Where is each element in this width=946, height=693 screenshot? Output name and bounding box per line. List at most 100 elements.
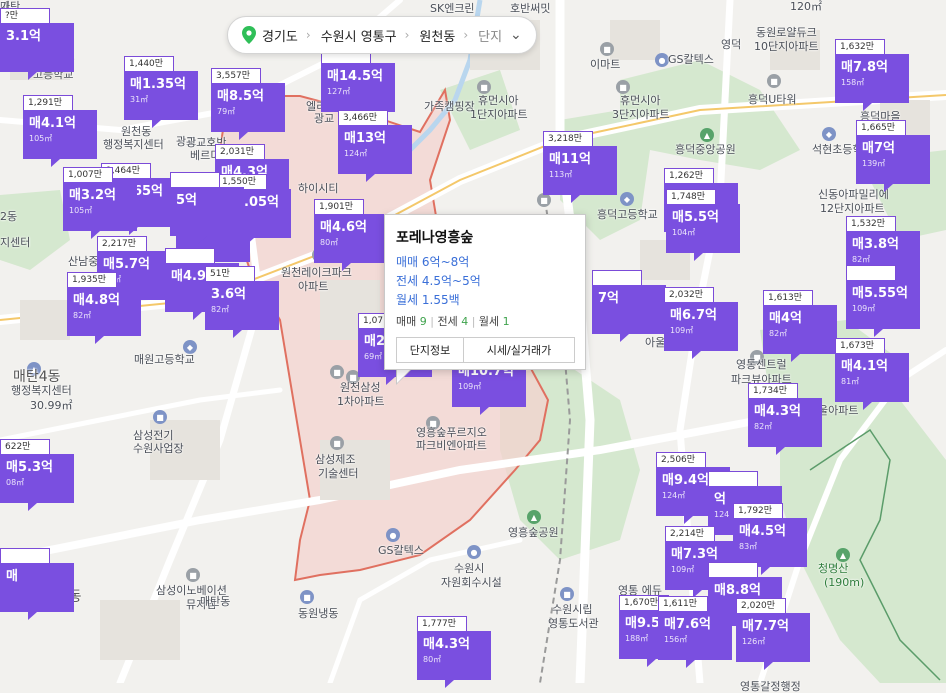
price-marker[interactable]: 매5.55억 109㎡ (846, 265, 920, 337)
price-marker-body: 매1.35억 31㎡ (124, 71, 198, 120)
marker-area: 156㎡ (664, 635, 688, 644)
price-per-area-tag: 3,218만 (543, 131, 593, 146)
price-marker[interactable]: 1,440만 매1.35억 31㎡ (124, 56, 198, 128)
marker-price: 3.6억 (211, 287, 246, 302)
map-label: SK엔크린 (430, 2, 475, 15)
price-per-area-tag (708, 471, 758, 486)
map-label: 삼성제조 (315, 453, 356, 466)
map-label: 영통갈정행정 (740, 680, 801, 693)
price-per-area-tag: 2,217만 (97, 236, 147, 251)
marker-pointer (884, 184, 893, 192)
fuel-icon: ● (386, 528, 400, 542)
location-breadcrumb-bar[interactable]: 경기도 › 수원시 영통구 › 원천동 › 단지 ⌄ (227, 16, 537, 54)
price-marker[interactable]: 1,673만 매4.1억 81㎡ (835, 338, 909, 410)
price-marker[interactable]: 1,935만 매4.8억 82㎡ (67, 272, 141, 344)
marker-price: 매5.5억 (672, 210, 719, 225)
map-label: 흥덕고등학교 (597, 208, 658, 221)
map-label: 2동 (0, 210, 18, 223)
price-marker[interactable]: 2,032만 매6.7억 109㎡ (664, 287, 738, 359)
price-marker-body: 매14.5억 127㎡ (321, 63, 395, 112)
marker-price: 7억 (598, 291, 620, 306)
price-marker[interactable]: 51만 3.6억 82㎡ (205, 266, 279, 338)
popup-title[interactable]: 포레나영흥숲 (396, 227, 575, 247)
price-per-area-tag: 2,020만 (736, 598, 786, 613)
price-marker-body: 매3.2억 105㎡ (63, 182, 137, 231)
facility-icon: ● (467, 545, 481, 559)
marker-pointer (684, 516, 693, 524)
marker-price: 매7억 (862, 141, 895, 156)
breadcrumb-dong[interactable]: 원천동 (419, 26, 455, 45)
price-marker-body: 매5.55억 109㎡ (846, 280, 920, 329)
map-label: 영통도서관 (548, 617, 599, 630)
map-label: 이마트 (590, 58, 621, 71)
map-label: 파크비엔아파트 (416, 439, 487, 452)
price-marker[interactable]: 1,007만 매3.2억 105㎡ (63, 167, 137, 239)
price-per-area-tag: 1,007만 (63, 167, 113, 182)
marker-price: 매4.1억 (841, 359, 888, 374)
price-marker[interactable]: 3,557만 매8.5억 79㎡ (211, 68, 285, 140)
price-marker[interactable]: ?만 3.1억 (0, 8, 74, 80)
complex-info-button[interactable]: 단지정보 (396, 337, 464, 363)
price-marker[interactable]: 2,020만 매7.7억 126㎡ (736, 598, 810, 670)
marker-price: 매4.3억 (423, 637, 470, 652)
price-per-area-tag: 1,262만 (664, 168, 714, 183)
price-marker[interactable]: 1,777만 매4.3억 80㎡ (417, 616, 491, 688)
price-per-area-tag: 2,214만 (665, 526, 715, 541)
marker-price: 5억 (176, 193, 198, 208)
marker-pointer (51, 159, 60, 167)
price-marker[interactable]: 7억 (592, 270, 666, 342)
marker-pointer (239, 132, 248, 140)
price-per-area-tag (708, 562, 758, 577)
location-pin-icon (242, 26, 256, 44)
price-marker-body: 매 (0, 563, 74, 612)
marker-area: 113㎡ (549, 170, 573, 179)
complex-info-popup[interactable]: 포레나영흥숲 매매 6억~8억 전세 4.5억~5억 월세 1.55백 매매 9… (384, 214, 586, 370)
marker-price: 매4.3억 (754, 404, 801, 419)
count-jeonse-value: 4 (461, 315, 469, 328)
price-per-area-tag: 1,613만 (763, 290, 813, 305)
fuel-icon: ● (655, 53, 669, 67)
map-label: 1차아파트 (337, 395, 385, 408)
price-marker[interactable]: 1,748만 매5.5억 104㎡ (666, 189, 740, 261)
marker-area: 80㎡ (320, 238, 339, 247)
breadcrumb-type[interactable]: 단지 (478, 26, 502, 45)
price-per-area-tag: 3,557만 (211, 68, 261, 83)
breadcrumb-province[interactable]: 경기도 (262, 26, 298, 45)
marker-area: 83㎡ (739, 542, 758, 551)
price-history-button[interactable]: 시세/실거래가 (464, 337, 575, 363)
price-per-area-tag (170, 172, 220, 187)
price-per-area-tag: 1,632만 (835, 39, 885, 54)
building-icon: ■ (330, 436, 344, 450)
marker-pointer (386, 377, 395, 385)
school-icon: ◆ (183, 340, 197, 354)
map-label: 동원냉동 (298, 607, 339, 620)
marker-pointer (694, 253, 703, 261)
price-marker-body: 매4.3억 80㎡ (417, 631, 491, 680)
marker-pointer (198, 236, 207, 244)
price-marker[interactable]: 1,665만 매7억 139㎡ (856, 120, 930, 192)
price-marker-body: 매8.5억 79㎡ (211, 83, 285, 132)
price-marker[interactable]: 1,611만 매7.6억 156㎡ (658, 596, 732, 668)
price-marker[interactable]: 매 (0, 548, 74, 620)
mart-icon: ■ (600, 42, 614, 56)
price-marker-body: 매7.7억 126㎡ (736, 613, 810, 662)
price-marker[interactable]: 5억 (170, 172, 244, 244)
price-marker[interactable]: 1,734만 매4.3억 82㎡ (748, 383, 822, 455)
school-icon: ◆ (620, 192, 634, 206)
breadcrumb-city[interactable]: 수원시 영통구 (321, 26, 397, 45)
marker-area: 124㎡ (344, 149, 368, 158)
price-marker[interactable]: 1,901만 매4.6억 80㎡ (314, 199, 388, 271)
price-marker[interactable]: 1,291만 매4.1억 105㎡ (23, 95, 97, 167)
price-marker[interactable]: 3,466만 매13억 124㎡ (338, 110, 412, 182)
map-label: GS칼텍스 (668, 53, 714, 66)
marker-pointer (366, 174, 375, 182)
chevron-down-icon[interactable]: ⌄ (510, 27, 522, 43)
marker-price: 매6.7억 (670, 308, 717, 323)
map-label: 매탄4동 (13, 369, 61, 385)
marker-area: 31㎡ (130, 95, 149, 104)
price-marker[interactable]: 1,632만 매7.8억 158㎡ (835, 39, 909, 111)
price-marker[interactable]: 3,218만 매11억 113㎡ (543, 131, 617, 203)
price-marker[interactable]: 1,613만 매4억 82㎡ (763, 290, 837, 362)
price-marker-body: 3.6억 82㎡ (205, 281, 279, 330)
price-marker[interactable]: 622만 매5.3억 08㎡ (0, 439, 74, 511)
